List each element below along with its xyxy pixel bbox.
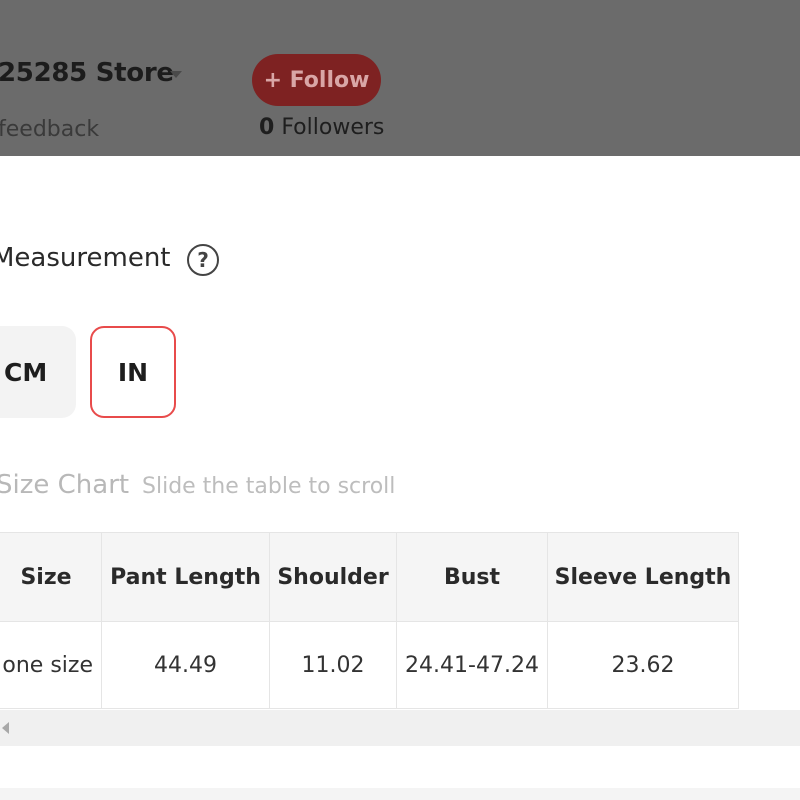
unit-cm-button[interactable]: CM <box>0 326 76 418</box>
column-header: Shoulder <box>269 532 397 622</box>
follow-button[interactable]: + Follow <box>252 54 381 106</box>
table-cell: 11.02 <box>269 621 397 709</box>
size-table: Size Pant Length Shoulder Bust Sleeve Le… <box>0 532 739 709</box>
followers-label: Followers <box>281 115 385 140</box>
arrow-left-icon[interactable] <box>2 722 9 734</box>
table-header-row: Size Pant Length Shoulder Bust Sleeve Le… <box>0 532 739 622</box>
measurement-title: Measurement <box>0 243 171 273</box>
followers-number: 0 <box>259 115 275 140</box>
column-header: Bust <box>396 532 548 622</box>
table-cell: 23.62 <box>547 621 739 709</box>
followers-count: 0 Followers <box>259 115 384 140</box>
table-row: one size 44.49 11.02 24.41-47.24 23.62 <box>0 621 739 709</box>
column-header: Size <box>0 532 102 622</box>
table-cell: one size <box>0 621 102 709</box>
bottom-divider <box>0 788 800 800</box>
size-chart-title: Size Chart <box>0 470 130 500</box>
horizontal-scrollbar[interactable] <box>0 710 800 746</box>
scroll-hint: Slide the table to scroll <box>142 474 396 499</box>
store-header: 25285 Store feedback + Follow 0 Follower… <box>0 0 800 156</box>
column-header: Sleeve Length <box>547 532 739 622</box>
size-table-container[interactable]: Size Pant Length Shoulder Bust Sleeve Le… <box>0 532 739 709</box>
table-cell: 44.49 <box>101 621 270 709</box>
feedback-label: feedback <box>0 117 100 142</box>
store-name[interactable]: 25285 Store <box>0 58 174 88</box>
table-cell: 24.41-47.24 <box>396 621 548 709</box>
chevron-down-icon[interactable] <box>170 71 182 78</box>
help-icon[interactable]: ? <box>187 244 219 276</box>
column-header: Pant Length <box>101 532 270 622</box>
unit-in-button[interactable]: IN <box>90 326 176 418</box>
